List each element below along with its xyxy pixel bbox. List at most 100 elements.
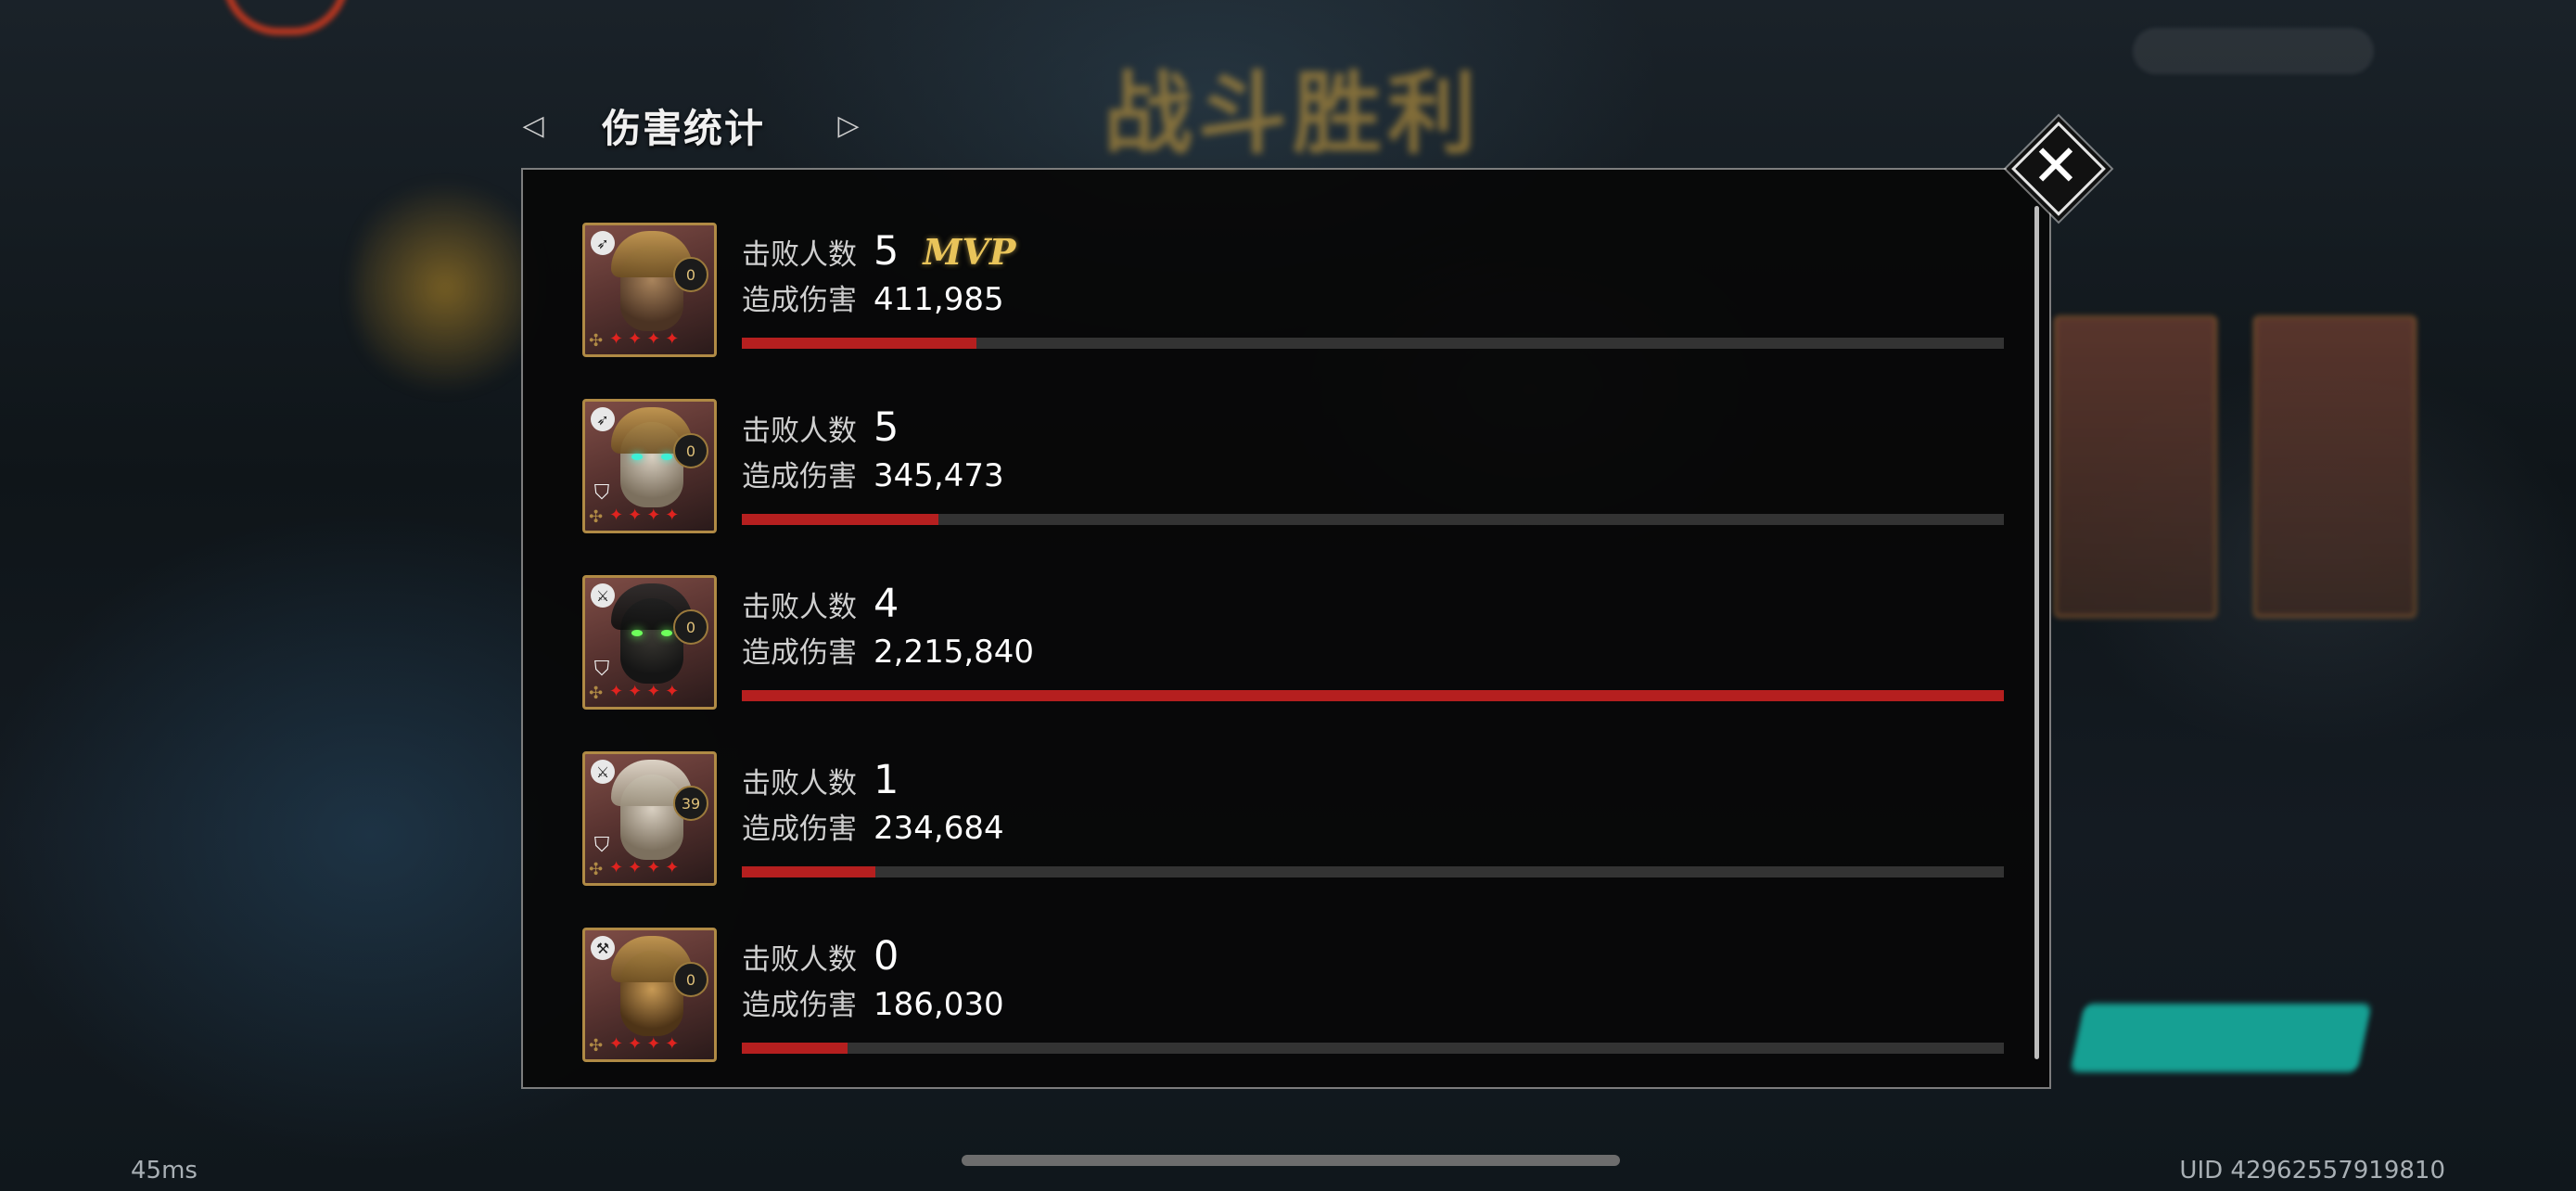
shield-icon: ⛉ — [593, 834, 610, 857]
next-page-button[interactable]: ▷ — [830, 107, 867, 144]
close-x-icon: ✕ — [2032, 132, 2080, 199]
faction-icon: ✣ — [589, 507, 604, 527]
star-icon: ✦ — [665, 329, 680, 349]
star-icon: ✦ — [609, 506, 624, 525]
star-rating: ✦ ✦ ✦ ✦ — [609, 1034, 679, 1054]
damage-value: 186,030 — [874, 986, 1004, 1023]
hero-portrait[interactable]: ⚒ 0 ✦ ✦ ✦ ✦ ✣ — [582, 928, 717, 1062]
kills-value: 0 — [874, 933, 899, 980]
damage-label: 造成伤害 — [742, 460, 857, 493]
stats-header: ◁ 伤害统计 ▷ — [515, 93, 867, 158]
hero-row: ⚒ 0 ✦ ✦ ✦ ✦ ✣ 击败人数 0 造成伤害 186,030 — [582, 928, 2006, 1067]
star-rating: ✦ ✦ ✦ ✦ — [609, 682, 679, 701]
kills-label: 击败人数 — [742, 238, 857, 272]
star-icon: ✦ — [665, 682, 680, 701]
damage-bar-fill — [742, 338, 977, 349]
faction-icon: ✣ — [589, 1036, 604, 1056]
ping-readout: 45ms — [131, 1157, 198, 1185]
damage-bar-fill — [742, 690, 2004, 701]
kills-value: 4 — [874, 581, 899, 627]
background-top-right-widget — [2133, 28, 2374, 74]
shield-icon: ⛉ — [593, 658, 610, 681]
damage-value: 234,684 — [874, 810, 1004, 847]
level-badge: 0 — [673, 962, 708, 997]
kills-value: 5 — [874, 404, 899, 451]
bow-icon: ➶ — [591, 231, 615, 255]
star-icon: ✦ — [646, 506, 661, 525]
background-confirm-button — [2070, 1004, 2372, 1072]
damage-bar-track — [742, 514, 2004, 525]
star-icon: ✦ — [628, 506, 643, 525]
star-icon: ✦ — [646, 1034, 661, 1054]
damage-bar-fill — [742, 866, 876, 877]
background-moon — [223, 0, 349, 35]
prev-page-button[interactable]: ◁ — [515, 107, 552, 144]
hero-row: ➶ ⛉ 0 ✦ ✦ ✦ ✦ ✣ 击败人数 5 造成伤害 345,473 — [582, 399, 2006, 538]
star-icon: ✦ — [646, 329, 661, 349]
triangle-right-icon: ▷ — [837, 109, 860, 142]
kills-line: 击败人数 1 — [742, 757, 899, 803]
star-icon: ✦ — [609, 682, 624, 701]
damage-value: 2,215,840 — [874, 634, 1035, 671]
level-badge: 0 — [673, 609, 708, 645]
background-hero-card — [2054, 315, 2217, 618]
background-hero-card — [2253, 315, 2417, 618]
star-icon: ✦ — [665, 506, 680, 525]
shield-icon: ⛉ — [593, 481, 610, 505]
star-icon: ✦ — [646, 858, 661, 877]
hero-portrait[interactable]: ⚔ ⛉ 39 ✦ ✦ ✦ ✦ ✣ — [582, 751, 717, 886]
damage-bar-track — [742, 690, 2004, 701]
damage-line: 造成伤害 2,215,840 — [742, 629, 1034, 671]
level-badge: 39 — [673, 786, 708, 821]
damage-label: 造成伤害 — [742, 284, 857, 317]
background-mvp-emblem — [352, 167, 538, 408]
star-icon: ✦ — [609, 329, 624, 349]
hero-portrait[interactable]: ⚔ ⛉ 0 ✦ ✦ ✦ ✦ ✣ — [582, 575, 717, 710]
faction-icon: ✣ — [589, 860, 604, 879]
damage-bar-track — [742, 1043, 2004, 1054]
user-uid: UID 42962557919810 — [2179, 1157, 2445, 1185]
triangle-left-icon: ◁ — [522, 109, 544, 142]
damage-line: 造成伤害 345,473 — [742, 453, 1004, 494]
star-rating: ✦ ✦ ✦ ✦ — [609, 329, 679, 349]
hero-row: ⚔ ⛉ 39 ✦ ✦ ✦ ✦ ✣ 击败人数 1 造成伤害 234,684 — [582, 751, 2006, 890]
kills-value: 1 — [874, 757, 899, 803]
kills-label: 击败人数 — [742, 591, 857, 624]
kills-line: 击败人数 0 — [742, 933, 899, 980]
scrollbar[interactable] — [2034, 206, 2039, 1059]
star-icon: ✦ — [628, 682, 643, 701]
hero-row: ⚔ ⛉ 0 ✦ ✦ ✦ ✦ ✣ 击败人数 4 造成伤害 2,215,840 — [582, 575, 2006, 714]
hero-portrait[interactable]: ➶ ⛉ 0 ✦ ✦ ✦ ✦ ✣ — [582, 399, 717, 533]
damage-bar-fill — [742, 514, 939, 525]
damage-label: 造成伤害 — [742, 813, 857, 846]
sword-icon: ⚔ — [591, 583, 615, 608]
star-icon: ✦ — [628, 1034, 643, 1054]
damage-bar-fill — [742, 1043, 848, 1054]
close-button[interactable]: ✕ — [2005, 115, 2107, 217]
damage-line: 造成伤害 411,985 — [742, 276, 1004, 318]
hero-row: ➶ 0 ✦ ✦ ✦ ✦ ✣ 击败人数 5 MVP 造成伤害 411,985 — [582, 223, 2006, 362]
kills-label: 击败人数 — [742, 767, 857, 800]
level-badge: 0 — [673, 257, 708, 292]
sword-icon: ⚔ — [591, 760, 615, 784]
kills-line: 击败人数 4 — [742, 581, 899, 627]
page-title: 伤害统计 — [602, 105, 766, 151]
damage-line: 造成伤害 186,030 — [742, 981, 1004, 1023]
damage-value: 411,985 — [874, 281, 1004, 318]
damage-value: 345,473 — [874, 457, 1004, 494]
damage-label: 造成伤害 — [742, 636, 857, 670]
kills-line: 击败人数 5 MVP — [742, 228, 1015, 275]
star-icon: ✦ — [646, 682, 661, 701]
kills-line: 击败人数 5 — [742, 404, 899, 451]
star-icon: ✦ — [628, 329, 643, 349]
hero-portrait[interactable]: ➶ 0 ✦ ✦ ✦ ✦ ✣ — [582, 223, 717, 357]
star-icon: ✦ — [665, 858, 680, 877]
damage-label: 造成伤害 — [742, 989, 857, 1022]
background-victory-title: 战斗胜利 — [1103, 61, 1482, 166]
star-icon: ✦ — [609, 858, 624, 877]
kills-label: 击败人数 — [742, 415, 857, 448]
faction-icon: ✣ — [589, 684, 604, 703]
kills-value: 5 — [874, 228, 899, 275]
star-icon: ✦ — [609, 1034, 624, 1054]
home-indicator[interactable] — [962, 1155, 1620, 1166]
